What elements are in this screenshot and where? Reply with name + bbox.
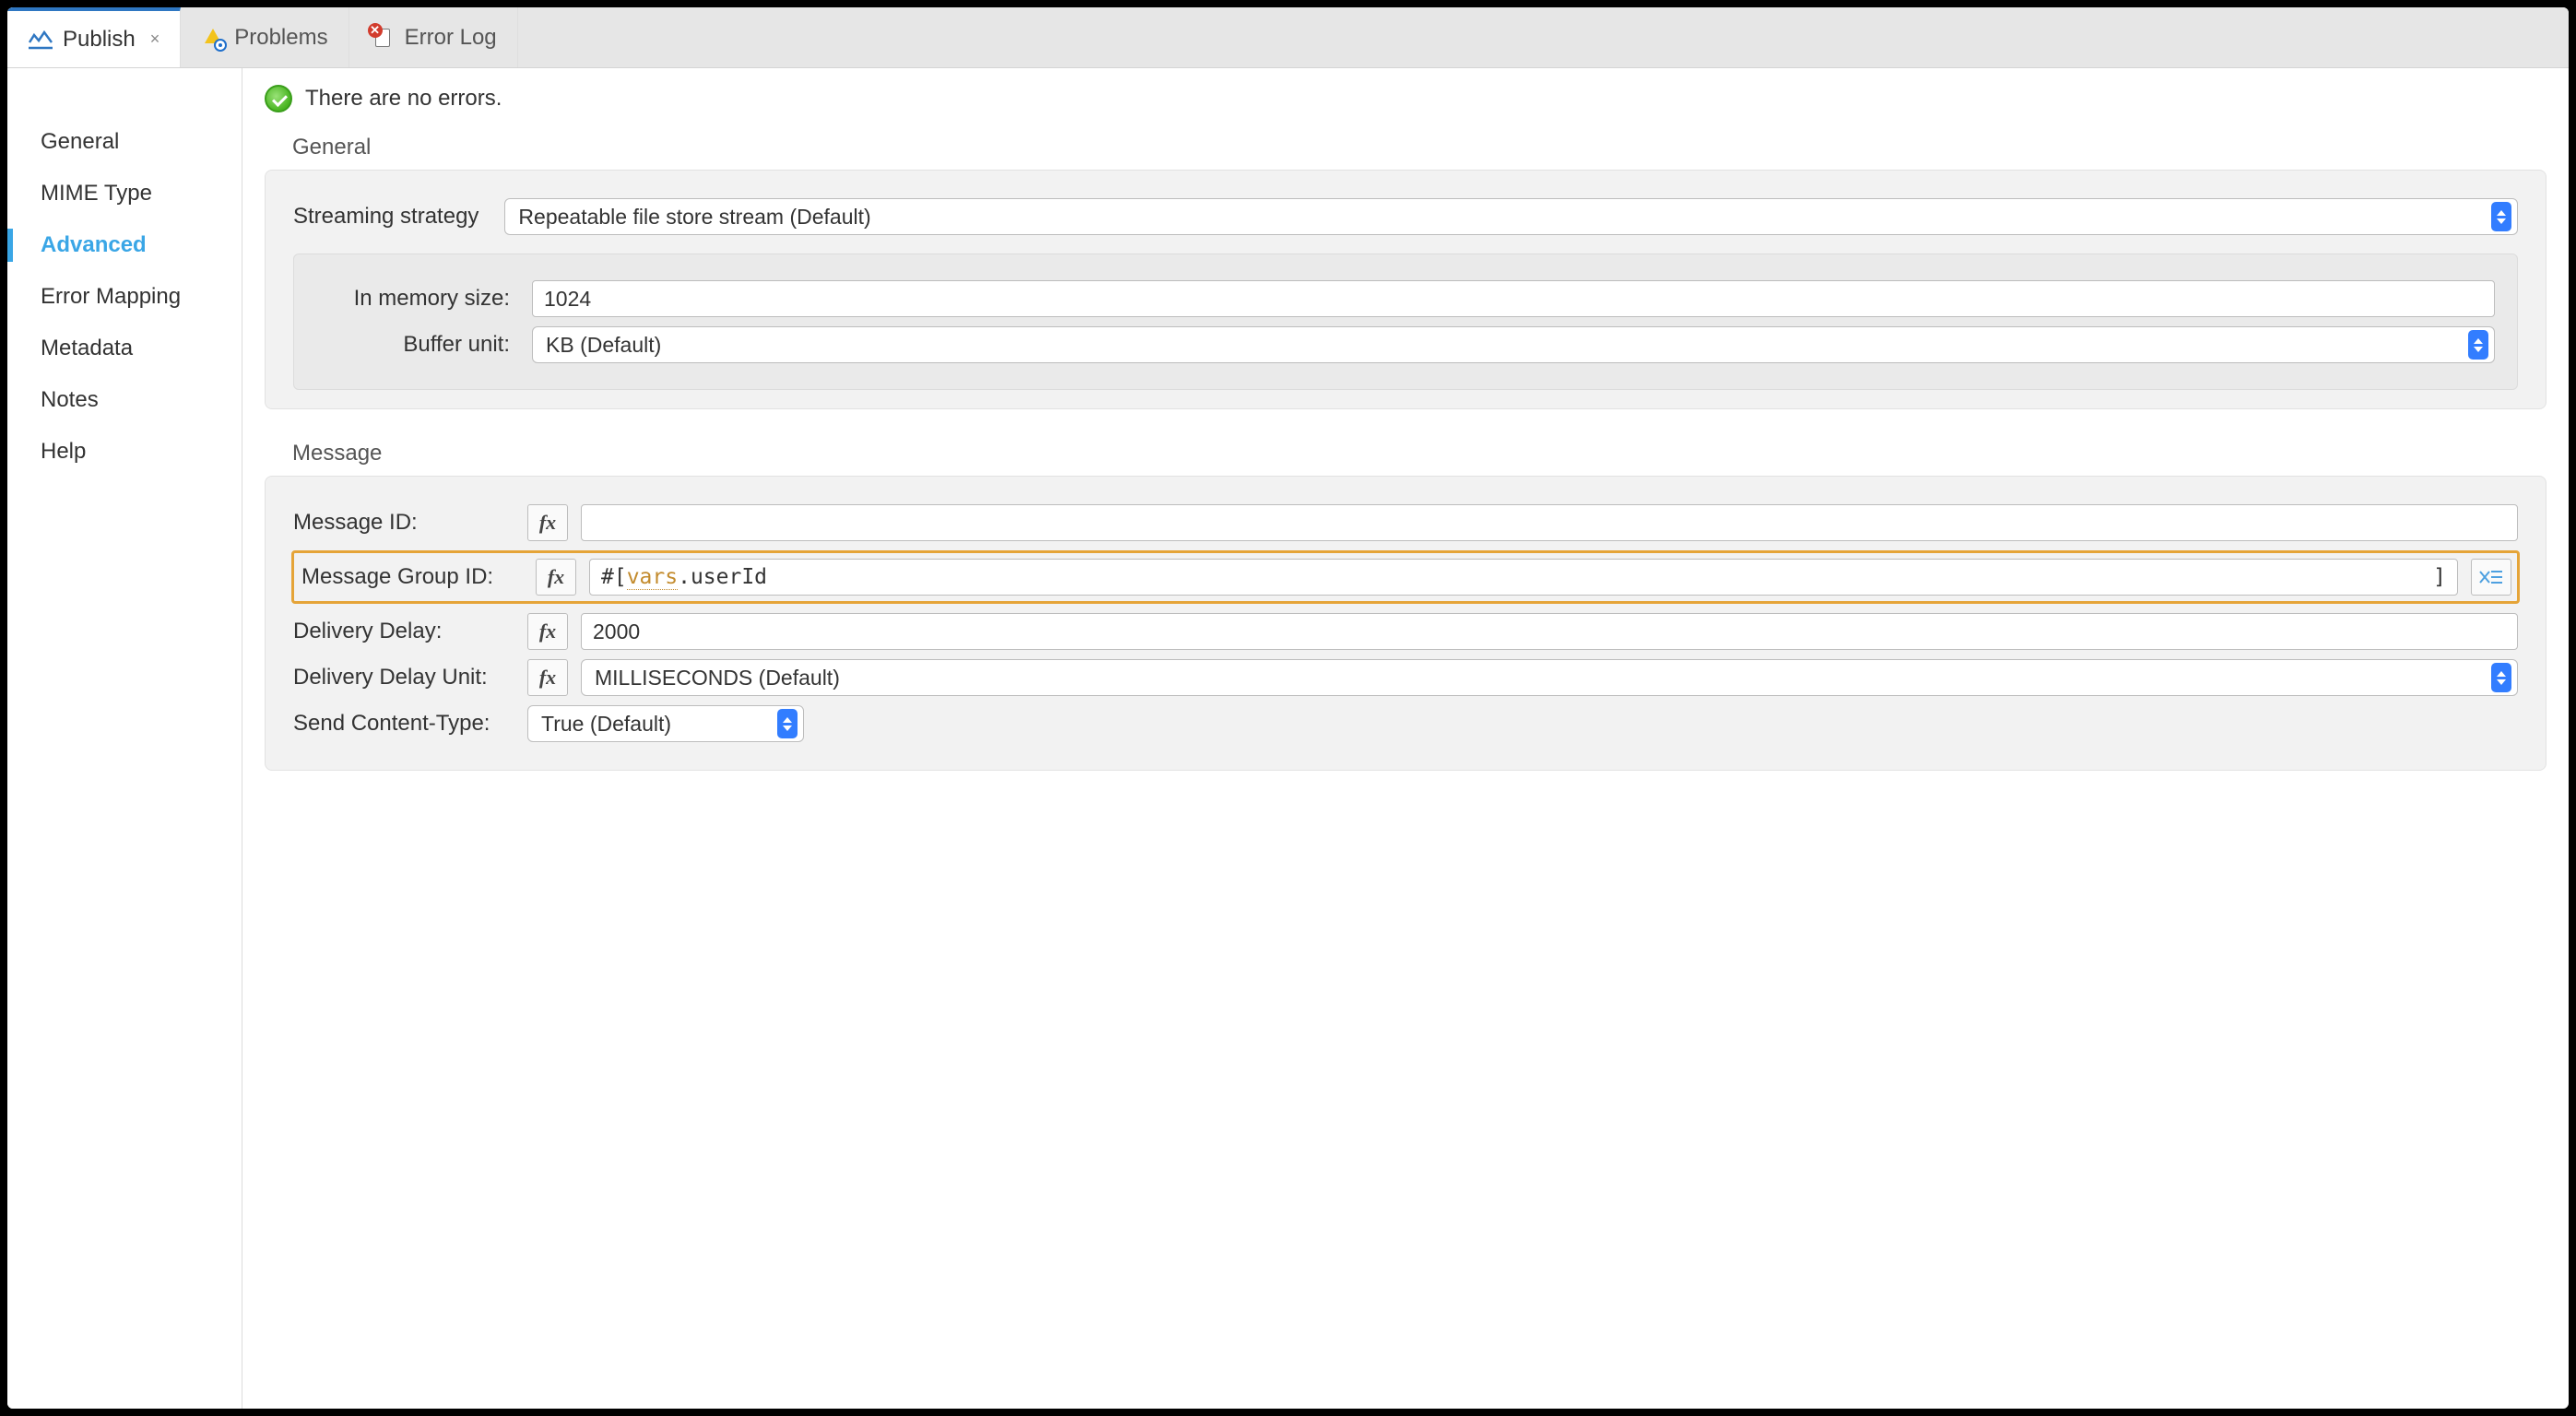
input-in-memory-size[interactable] — [532, 280, 2495, 317]
tab-bar: Publish × Problems ✕ Error Log — [7, 7, 2569, 68]
fx-button[interactable]: fx — [536, 559, 576, 596]
status-message: There are no errors. — [305, 86, 502, 112]
highlighted-row-message-group-id: Message Group ID: fx #[ vars .userId ] — [291, 550, 2520, 604]
label-buffer-unit: Buffer unit: — [316, 332, 519, 358]
tab-problems[interactable]: Problems — [181, 7, 349, 67]
label-send-content-type: Send Content-Type: — [293, 711, 514, 737]
sidebar-item-label: Metadata — [41, 336, 133, 360]
tab-publish[interactable]: Publish × — [7, 7, 181, 67]
select-send-content-type[interactable]: True (Default) — [527, 705, 804, 742]
sidebar-item-label: Help — [41, 439, 86, 464]
input-delivery-delay[interactable] — [581, 613, 2518, 650]
stepper-icon — [2491, 663, 2511, 692]
publish-icon — [28, 27, 53, 53]
status-row: There are no errors. — [265, 85, 2546, 129]
error-log-icon: ✕ — [370, 25, 396, 51]
sidebar-item-label: Error Mapping — [41, 284, 181, 309]
tab-close-icon[interactable]: × — [150, 30, 160, 49]
select-streaming-strategy[interactable]: Repeatable file store stream (Default) — [504, 198, 2518, 235]
input-message-id[interactable] — [581, 504, 2518, 541]
sidebar-item-notes[interactable]: Notes — [7, 374, 242, 426]
subpanel-memory: In memory size: Buffer unit: KB (Default… — [293, 254, 2518, 390]
ok-check-icon — [265, 85, 292, 112]
select-value: Repeatable file store stream (Default) — [518, 205, 870, 230]
label-in-memory-size: In memory size: — [316, 286, 519, 312]
tab-label: Error Log — [405, 25, 497, 51]
content-area: There are no errors. General Streaming s… — [242, 68, 2569, 1409]
section-title-message: Message — [265, 435, 2546, 476]
fx-button[interactable]: fx — [527, 504, 568, 541]
dataweave-icon — [2478, 566, 2504, 588]
label-message-group-id: Message Group ID: — [301, 564, 523, 590]
panel-general: Streaming strategy Repeatable file store… — [265, 170, 2546, 409]
tab-label: Publish — [63, 27, 136, 53]
expr-close: ] — [2433, 565, 2446, 589]
label-delivery-delay: Delivery Delay: — [293, 619, 514, 644]
select-value: True (Default) — [541, 712, 671, 737]
stepper-icon — [2491, 202, 2511, 231]
label-delivery-delay-unit: Delivery Delay Unit: — [293, 665, 514, 690]
select-delivery-delay-unit[interactable]: MILLISECONDS (Default) — [581, 659, 2518, 696]
stepper-icon — [777, 709, 798, 738]
sidebar-item-label: General — [41, 129, 119, 154]
input-message-group-id[interactable]: #[ vars .userId ] — [589, 559, 2458, 596]
sidebar-item-general[interactable]: General — [7, 116, 242, 168]
sidebar: General MIME Type Advanced Error Mapping… — [7, 68, 242, 1409]
sidebar-item-mime-type[interactable]: MIME Type — [7, 168, 242, 219]
tab-error-log[interactable]: ✕ Error Log — [349, 7, 518, 67]
sidebar-item-error-mapping[interactable]: Error Mapping — [7, 271, 242, 323]
row-message-id: Message ID: fx — [293, 504, 2518, 541]
row-send-content-type: Send Content-Type: True (Default) — [293, 705, 2518, 742]
sidebar-item-label: Advanced — [41, 232, 147, 257]
row-streaming-strategy: Streaming strategy Repeatable file store… — [293, 198, 2518, 235]
expr-prefix: #[ — [601, 565, 627, 589]
row-buffer-unit: Buffer unit: KB (Default) — [316, 326, 2495, 363]
sidebar-item-metadata[interactable]: Metadata — [7, 323, 242, 374]
dataweave-button[interactable] — [2471, 559, 2511, 596]
tab-label: Problems — [234, 25, 327, 51]
sidebar-item-label: Notes — [41, 387, 99, 412]
row-delivery-delay-unit: Delivery Delay Unit: fx MILLISECONDS (De… — [293, 659, 2518, 696]
stepper-icon — [2468, 330, 2488, 360]
problems-icon — [201, 26, 225, 50]
row-message-group-id: Message Group ID: fx #[ vars .userId ] — [301, 559, 2511, 596]
select-buffer-unit[interactable]: KB (Default) — [532, 326, 2495, 363]
sidebar-item-advanced[interactable]: Advanced — [7, 219, 242, 271]
fx-button[interactable]: fx — [527, 659, 568, 696]
label-message-id: Message ID: — [293, 510, 514, 536]
section-title-general: General — [265, 129, 2546, 170]
row-in-memory-size: In memory size: — [316, 280, 2495, 317]
row-delivery-delay: Delivery Delay: fx — [293, 613, 2518, 650]
fx-button[interactable]: fx — [527, 613, 568, 650]
label-streaming-strategy: Streaming strategy — [293, 204, 479, 230]
sidebar-item-help[interactable]: Help — [7, 426, 242, 478]
sidebar-item-label: MIME Type — [41, 181, 152, 206]
select-value: MILLISECONDS (Default) — [595, 666, 840, 690]
panel-message: Message ID: fx Message Group ID: fx #[ v… — [265, 476, 2546, 771]
expr-rest: .userId — [678, 565, 767, 589]
select-value: KB (Default) — [546, 333, 661, 358]
expr-keyword: vars — [627, 565, 678, 590]
